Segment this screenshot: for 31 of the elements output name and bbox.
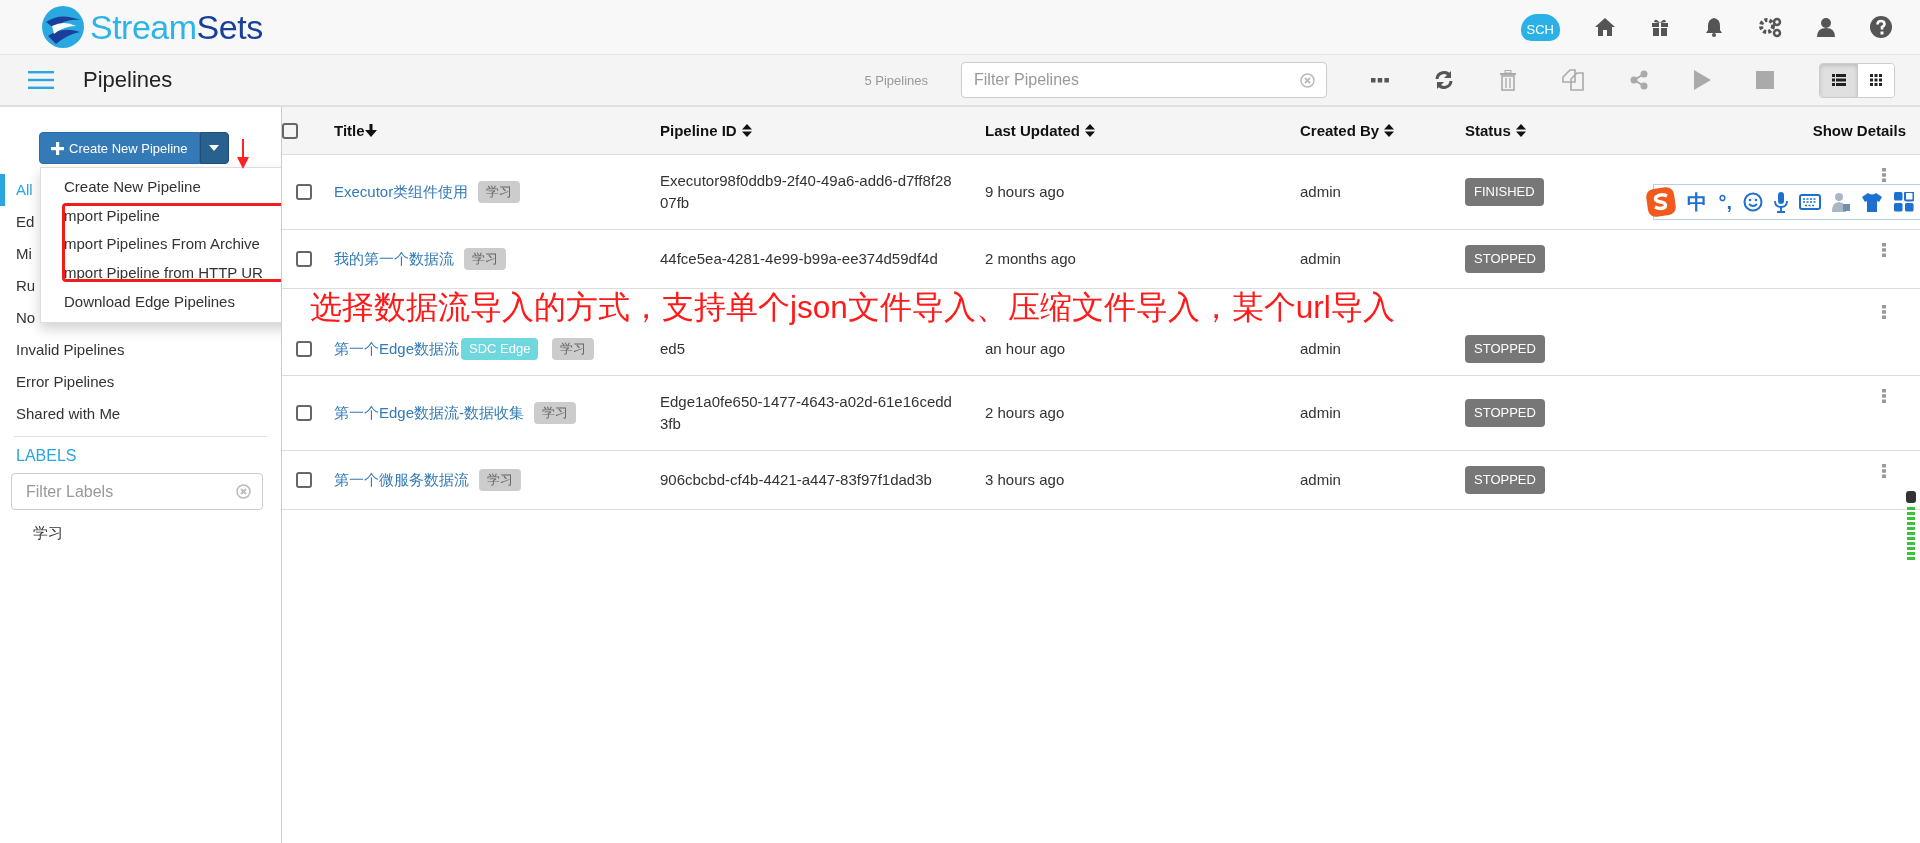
- status-label: FINISHED: [1465, 178, 1544, 206]
- page-title: Pipelines: [83, 67, 173, 93]
- table-cell-text: ed5: [660, 339, 687, 359]
- label-tag: 学习: [479, 469, 521, 491]
- label-tag: 学习: [464, 248, 506, 270]
- table-cell-text: admin: [1300, 470, 1342, 490]
- table-cell-text: 9 hours ago: [985, 182, 1066, 202]
- status-label: STOPPED: [1465, 245, 1545, 273]
- table-cell-text: Executor98f0ddb9-2f40-49a6-add6-d7ff8f2807fb: [660, 171, 953, 213]
- table-cell-text: admin: [1300, 339, 1342, 359]
- label-tag: 学习: [534, 402, 577, 424]
- labels-heading: LABELS: [15, 446, 78, 466]
- table-cell-text: an hour ago: [985, 339, 1067, 359]
- status-label: STOPPED: [1465, 335, 1545, 363]
- label-tag: 学习: [478, 181, 521, 203]
- table-cell-text: admin: [1300, 249, 1342, 269]
- table-cell-text: 2 months ago: [985, 249, 1077, 269]
- table-cell-text: admin: [1300, 182, 1342, 202]
- table-cell-text: 3 hours ago: [985, 470, 1066, 490]
- label-tag: 学习: [552, 338, 595, 360]
- table-cell-text: 906cbcbd-cf4b-4421-a447-83f97f1dad3b: [660, 470, 933, 490]
- status-label: STOPPED: [1465, 399, 1545, 427]
- status-label: STOPPED: [1465, 466, 1545, 494]
- table-cell-text: Edge1a0fe650-1477-4643-a02d-61e16cedd3fb: [660, 392, 953, 434]
- table-cell-text: 2 hours ago: [985, 403, 1066, 423]
- table-cell-text: 44fce5ea-4281-4e99-b99a-ee374d59df4d: [660, 249, 939, 269]
- annotation-text: 选择数据流导入的方式，支持单个json文件导入、压缩文件导入，某个url导入: [310, 288, 1395, 327]
- logo-text: StreamSets: [90, 7, 263, 47]
- edge-tag: SDC Edge: [461, 338, 539, 360]
- pipeline-count: 5 Pipelines: [864, 72, 928, 88]
- table-cell-text: admin: [1300, 403, 1342, 423]
